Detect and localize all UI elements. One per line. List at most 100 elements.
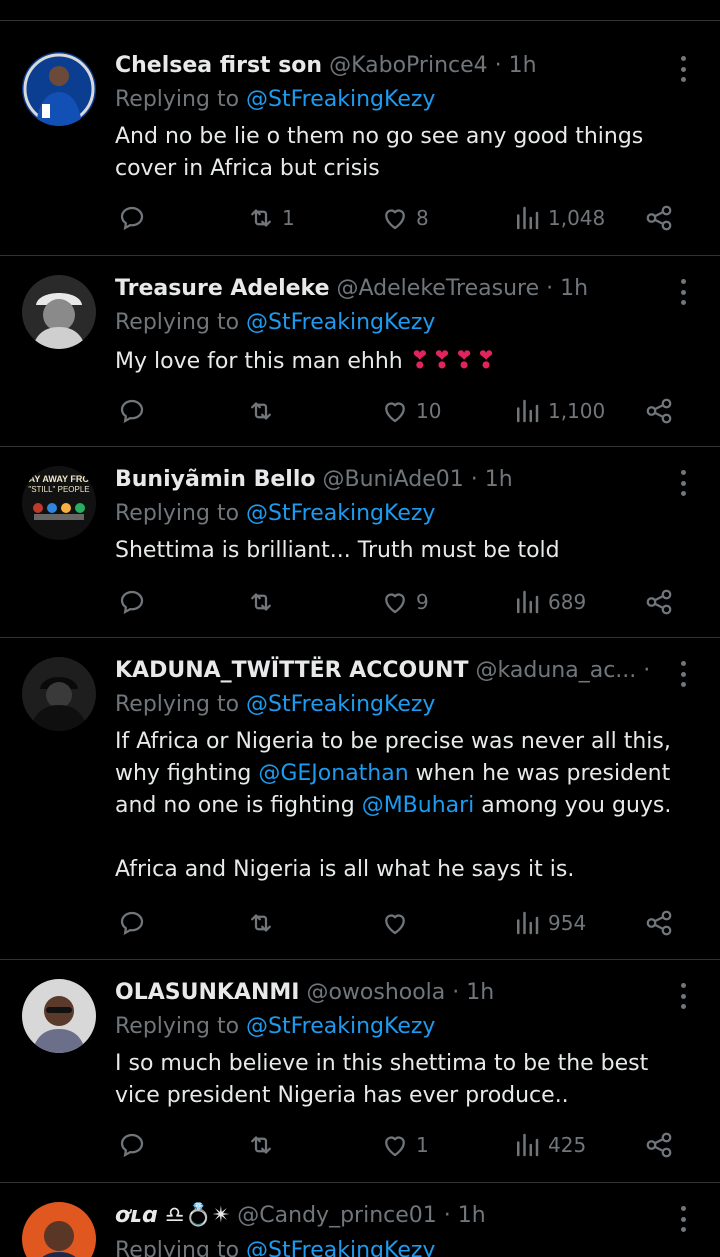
like-button[interactable]: 8 [380, 198, 429, 238]
share-button[interactable] [644, 903, 674, 943]
display-name[interactable]: ơʟɑ [115, 1203, 158, 1228]
replying-handle-link[interactable]: @StFreakingKezy [246, 501, 435, 526]
reply-button[interactable] [117, 391, 147, 431]
replying-handle-link[interactable]: @StFreakingKezy [246, 1014, 435, 1039]
timestamp[interactable]: 1h [466, 980, 494, 1005]
views-icon [517, 590, 539, 614]
views-button[interactable]: 425 [512, 1125, 586, 1165]
replying-handle-link[interactable]: @StFreakingKezy [246, 692, 435, 717]
avatar[interactable] [22, 275, 96, 349]
retweet-button[interactable] [246, 582, 276, 622]
retweet-button[interactable] [246, 903, 276, 943]
replying-to: Replying to @StFreakingKezy [115, 308, 435, 338]
tweet-text: And no be lie o them no go see any good … [115, 121, 700, 185]
timestamp[interactable]: 1h [560, 276, 588, 301]
reply-button[interactable] [117, 198, 147, 238]
replying-prefix: Replying to [115, 1014, 240, 1039]
replying-prefix: Replying to [115, 501, 240, 526]
display-name[interactable]: KADUNA_TWÏTTËR ACCOUNT [115, 658, 469, 683]
views-button[interactable]: 1,048 [512, 198, 605, 238]
avatar[interactable]: AY AWAY FRO "STILL" PEOPLE [22, 466, 96, 540]
tweet-text-paragraph: Shettima is brilliant... Truth must be t… [115, 538, 560, 563]
user-handle[interactable]: @kaduna_ac... [476, 658, 637, 683]
reply-icon [120, 1133, 144, 1158]
like-button[interactable]: 10 [380, 391, 441, 431]
tweet-actions: 10 1,100 [0, 391, 720, 431]
user-handle[interactable]: @BuniAde01 [323, 467, 464, 492]
reply-icon [120, 911, 144, 936]
user-handle[interactable]: @owoshoola [306, 980, 445, 1005]
timestamp[interactable]: 1h [509, 53, 537, 78]
view-count: 1,100 [548, 399, 606, 423]
heart-icon [385, 1136, 405, 1157]
views-button[interactable]: 1,100 [512, 391, 605, 431]
reply-icon [120, 206, 144, 231]
avatar[interactable] [22, 52, 96, 126]
tweet-3[interactable]: AY AWAY FRO "STILL" PEOPLE Buniyãmin Bel… [0, 448, 720, 638]
more-options-icon[interactable] [672, 983, 694, 1009]
tweet-6[interactable]: ơʟɑ ♎💍✴ @Candy_prince01 · 1h Replying to… [0, 1184, 720, 1257]
avatar[interactable] [22, 979, 96, 1053]
reply-button[interactable] [117, 1125, 147, 1165]
tweet-1[interactable]: Chelsea first son @KaboPrince4 · 1h Repl… [0, 34, 720, 256]
retweet-button[interactable]: 1 [246, 198, 295, 238]
share-button[interactable] [644, 1125, 674, 1165]
like-count: 10 [416, 399, 442, 423]
avatar[interactable] [22, 657, 96, 731]
mention-link[interactable]: @MBuhari [362, 793, 475, 818]
tweet-text: If Africa or Nigeria to be precise was n… [115, 726, 700, 886]
views-icon [517, 399, 539, 423]
heart-icon [385, 209, 405, 230]
replying-handle-link[interactable]: @StFreakingKezy [246, 87, 435, 112]
user-handle[interactable]: @AdelekeTreasure [337, 276, 540, 301]
reply-button[interactable] [117, 582, 147, 622]
display-name[interactable]: Treasure Adeleke [115, 276, 330, 301]
display-name[interactable]: Buniyãmin Bello [115, 467, 316, 492]
like-count: 9 [416, 590, 429, 614]
views-button[interactable]: 954 [512, 903, 586, 943]
tweet-4[interactable]: KADUNA_TWÏTTËR ACCOUNT @kaduna_ac... · 1… [0, 639, 720, 960]
tweet-actions: 9 689 [0, 582, 720, 622]
replying-handle-link[interactable]: @StFreakingKezy [246, 310, 435, 335]
user-handle[interactable]: @Candy_prince01 [237, 1203, 436, 1228]
tweet-header: Buniyãmin Bello @BuniAde01 · 1h [115, 465, 650, 495]
avatar[interactable] [22, 1202, 96, 1257]
tweet-2[interactable]: Treasure Adeleke @AdelekeTreasure · 1h R… [0, 257, 720, 447]
retweet-icon [251, 1136, 271, 1154]
display-name[interactable]: OLASUNKANMI [115, 980, 299, 1005]
display-name[interactable]: Chelsea first son [115, 53, 322, 78]
top-divider [0, 20, 720, 21]
views-button[interactable]: 689 [512, 582, 586, 622]
replying-handle-link[interactable]: @StFreakingKezy [246, 1238, 435, 1257]
view-count: 689 [548, 590, 587, 614]
share-button[interactable] [644, 582, 674, 622]
like-button[interactable]: 1 [380, 1125, 429, 1165]
more-options-icon[interactable] [672, 56, 694, 82]
tweet-header: ơʟɑ ♎💍✴ @Candy_prince01 · 1h [115, 1201, 650, 1231]
tweet-actions: 1 8 1,048 [0, 198, 720, 238]
tweet-5[interactable]: OLASUNKANMI @owoshoola · 1h Replying to … [0, 961, 720, 1183]
more-options-icon[interactable] [672, 279, 694, 305]
retweet-button[interactable] [246, 391, 276, 431]
mention-link[interactable]: @GEJonathan [258, 761, 408, 786]
tweet-actions: 954 [0, 903, 720, 943]
like-button[interactable] [380, 903, 410, 943]
like-count: 1 [416, 1133, 429, 1157]
retweet-button[interactable] [246, 1125, 276, 1165]
man-with-cap-avatar [22, 275, 96, 349]
share-button[interactable] [644, 391, 674, 431]
timestamp[interactable]: 1h [458, 1203, 486, 1228]
views-icon [517, 1133, 539, 1157]
more-options-icon[interactable] [672, 470, 694, 496]
heart-icon [385, 914, 405, 935]
man-with-sunglasses-avatar [22, 979, 96, 1053]
poster-text-2: "STILL" PEOPLE [28, 485, 89, 494]
timestamp[interactable]: 1h [485, 467, 513, 492]
more-options-icon[interactable] [672, 661, 694, 687]
share-button[interactable] [644, 198, 674, 238]
reply-button[interactable] [117, 903, 147, 943]
tweet-text-paragraph: Africa and Nigeria is all what he says i… [115, 857, 575, 882]
like-button[interactable]: 9 [380, 582, 429, 622]
user-handle[interactable]: @KaboPrince4 [329, 53, 488, 78]
more-options-icon[interactable] [672, 1206, 694, 1232]
